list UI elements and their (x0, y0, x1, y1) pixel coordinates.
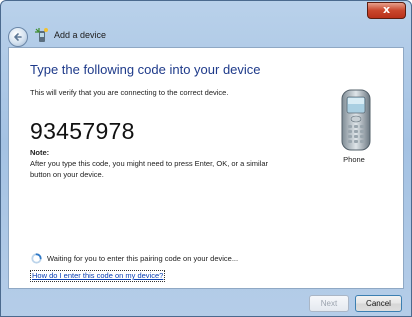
add-device-window: x Add a device Type the following code i… (0, 0, 412, 317)
page-heading: Type the following code into your device (30, 62, 261, 77)
phone-icon (341, 89, 371, 151)
title-bar: x Add a device (1, 1, 411, 47)
cancel-button[interactable]: Cancel (355, 295, 402, 312)
back-button[interactable] (8, 27, 28, 47)
window-title: Add a device (54, 30, 107, 40)
pairing-code: 93457978 (30, 118, 135, 144)
close-icon: x (382, 3, 391, 16)
device-label: Phone (343, 155, 365, 164)
add-device-icon (35, 28, 48, 42)
page-subtext: This will verify that you are connecting… (30, 88, 229, 97)
close-button[interactable]: x (367, 2, 406, 19)
next-button[interactable]: Next (309, 295, 349, 312)
footer-bar: Next Cancel (1, 289, 411, 317)
back-arrow-icon (14, 33, 22, 41)
note-text: After you type this code, you might need… (30, 159, 269, 179)
content-panel: Type the following code into your device… (8, 47, 404, 289)
help-link[interactable]: How do I enter this code on my device? (30, 270, 166, 282)
waiting-status-text: Waiting for you to enter this pairing co… (47, 254, 239, 263)
note-label: Note: (30, 148, 50, 157)
spinner-icon (31, 253, 42, 264)
